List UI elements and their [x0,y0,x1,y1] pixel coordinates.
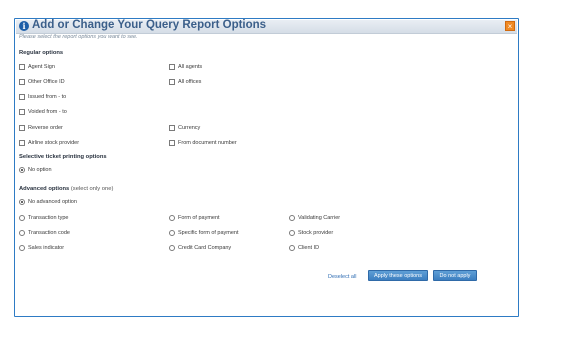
no-advanced-option-radio[interactable]: No advanced option [19,199,77,205]
checkbox-label: All offices [178,79,202,85]
all-agents-checkbox[interactable]: All agents [169,64,202,70]
checkbox-box[interactable] [19,79,25,85]
checkbox-box[interactable] [19,109,25,115]
airline-stock-provider-checkbox[interactable]: Airline stock provider [19,140,79,146]
instruction-text: Please select the report options you wan… [19,34,138,40]
radio-button[interactable] [169,230,175,236]
checkbox-box[interactable] [19,125,25,131]
radio-label: Specific form of payment [178,230,239,236]
client-id-radio[interactable]: Client ID [289,245,319,251]
checkbox-label: From document number [178,140,237,146]
issued-from-to-checkbox[interactable]: Issued from - to [19,94,66,100]
currency-checkbox[interactable]: Currency [169,125,200,131]
radio-label: Stock provider [298,230,334,236]
radio-button[interactable] [169,215,175,221]
transaction-type-radio[interactable]: Transaction type [19,215,68,221]
radio-label: Client ID [298,245,320,251]
checkbox-box[interactable] [169,64,175,70]
radio-label: Validating Carrier [298,215,341,221]
stock-provider-radio[interactable]: Stock provider [289,230,333,236]
checkbox-label: Other Office ID [28,79,65,85]
checkbox-box[interactable] [19,64,25,70]
sales-indicator-radio[interactable]: Sales indicator [19,245,64,251]
specific-form-of-payment-radio[interactable]: Specific form of payment [169,230,239,236]
radio-label: No advanced option [28,199,77,205]
do-not-apply-button[interactable]: Do not apply [433,270,477,281]
checkbox-label: Airline stock provider [28,140,80,146]
checkbox-box[interactable] [169,125,175,131]
radio-button[interactable] [289,215,295,221]
no-option-radio[interactable]: No option [19,167,52,173]
agent-sign-checkbox[interactable]: Agent Sign [19,64,55,70]
dialog-body: Please select the report options you wan… [19,34,495,298]
checkbox-box[interactable] [19,94,25,100]
advanced-options-subtitle: (select only one) [70,186,114,192]
checkbox-label: Agent Sign [28,64,55,70]
checkbox-label: Reverse order [28,125,63,131]
advanced-options-header: Advanced options (select only one) [19,186,113,192]
radio-button[interactable] [19,215,25,221]
validating-carrier-radio[interactable]: Validating Carrier [289,215,340,221]
apply-options-button[interactable]: Apply these options [368,270,428,281]
dialog-titlebar: i Add or Change Your Query Report Option… [16,19,517,34]
voided-from-to-checkbox[interactable]: Voided from - to [19,109,67,115]
radio-button[interactable] [289,230,295,236]
radio-button[interactable] [289,245,295,251]
dialog-title: Add or Change Your Query Report Options [32,19,267,31]
ticket-printing-header: Selective ticket printing options [19,154,107,160]
radio-selected[interactable] [19,167,25,173]
from-document-number-checkbox[interactable]: From document number [169,140,237,146]
other-office-id-checkbox[interactable]: Other Office ID [19,79,65,85]
checkbox-label: Currency [178,125,201,131]
checkbox-box[interactable] [169,79,175,85]
checkbox-label: Voided from - to [28,109,67,115]
info-icon: i [19,21,29,31]
regular-options-header: Regular options [19,50,64,56]
advanced-options-title: Advanced options [19,186,70,192]
radio-label: Sales indicator [28,245,65,251]
form-of-payment-radio[interactable]: Form of payment [169,215,220,221]
radio-button[interactable] [169,245,175,251]
radio-label: Credit Card Company [178,245,232,251]
deselect-all-link[interactable]: Deselect all [328,274,356,280]
transaction-code-radio[interactable]: Transaction code [19,230,70,236]
radio-button[interactable] [19,245,25,251]
radio-label: No option [28,167,52,173]
checkbox-box[interactable] [169,140,175,146]
checkbox-label: All agents [178,64,203,70]
radio-label: Form of payment [178,215,220,221]
close-button[interactable]: × [505,21,515,31]
radio-label: Transaction code [28,230,70,236]
radio-selected[interactable] [19,199,25,205]
all-offices-checkbox[interactable]: All offices [169,79,201,85]
radio-label: Transaction type [28,215,69,221]
credit-card-company-radio[interactable]: Credit Card Company [169,245,231,251]
radio-button[interactable] [19,230,25,236]
reverse-order-checkbox[interactable]: Reverse order [19,125,63,131]
checkbox-box[interactable] [19,140,25,146]
checkbox-label: Issued from - to [28,94,67,100]
